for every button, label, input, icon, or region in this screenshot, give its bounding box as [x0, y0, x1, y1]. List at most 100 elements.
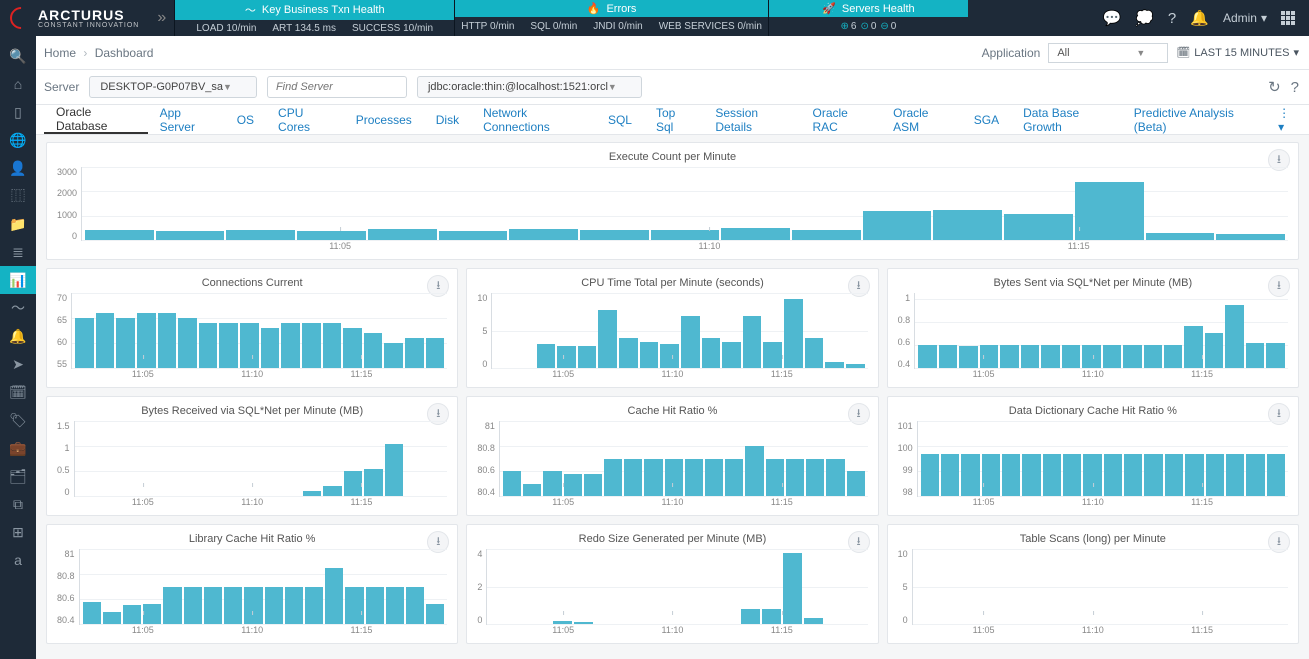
bar [685, 459, 703, 497]
bar [961, 454, 979, 497]
alpha-icon[interactable]: a [0, 546, 36, 574]
rocket-icon: 🚀 [822, 2, 836, 15]
user-icon[interactable]: 👤 [0, 154, 36, 182]
server-label: Server [44, 80, 79, 94]
tab-data-base-growth[interactable]: Data Base Growth [1011, 105, 1122, 134]
dashboard-content[interactable]: Execute Count per Minute⭳300020001000011… [36, 134, 1309, 659]
tab-processes[interactable]: Processes [344, 105, 424, 134]
find-server-input[interactable] [267, 76, 407, 98]
health-block-business[interactable]: 〜Key Business Txn Health LOAD 10/min ART… [174, 0, 454, 36]
tab-disk[interactable]: Disk [424, 105, 471, 134]
bar [344, 471, 362, 496]
server-select[interactable]: DESKTOP-G0P07BV_sa ▼ [89, 76, 257, 98]
bar [368, 229, 437, 240]
collapse-nav-button[interactable]: » [149, 0, 174, 36]
bar [804, 618, 823, 624]
bell-icon[interactable]: 🔔 [1190, 9, 1209, 27]
help-icon[interactable]: ? [1168, 10, 1176, 27]
tab-os[interactable]: OS [225, 105, 266, 134]
bar [660, 344, 679, 368]
apps-grid-icon[interactable] [1281, 11, 1295, 25]
tab-oracle-database[interactable]: Oracle Database [44, 105, 148, 134]
bar [941, 454, 959, 497]
chart-title: Connections Current [57, 277, 447, 289]
tab-predictive-analysis-beta-[interactable]: Predictive Analysis (Beta) [1122, 105, 1266, 134]
columns-icon[interactable]: ⿲ [0, 182, 36, 210]
bar [1164, 345, 1182, 368]
tag-icon[interactable]: 🏷 [0, 406, 36, 434]
bar [705, 459, 723, 497]
bar [543, 471, 561, 496]
health-block-servers[interactable]: 🚀Servers Health ⊕6 ⊙0 ⊖0 [768, 0, 968, 36]
bar [722, 342, 741, 368]
bar [385, 444, 403, 497]
bar [1146, 233, 1215, 240]
help-circle-icon[interactable]: ? [1291, 79, 1299, 96]
admin-menu[interactable]: Admin▾ [1223, 11, 1267, 25]
bar [921, 454, 939, 497]
chart-panel-redo: Redo Size Generated per Minute (MB)⭳4201… [466, 524, 878, 644]
chat-filled-icon[interactable]: 💬 [1103, 9, 1122, 27]
search-icon[interactable]: 🔍 [0, 42, 36, 70]
bar [75, 318, 94, 368]
breadcrumb-bar: Home › Dashboard Application All ▼ 🗓 LAS… [0, 36, 1309, 70]
jdbc-select[interactable]: jdbc:oracle:thin:@localhost:1521:orcl ▼ [417, 76, 642, 98]
layers-icon[interactable]: ≣ [0, 238, 36, 266]
tab-sql[interactable]: SQL [596, 105, 644, 134]
calendar-icon[interactable]: 🗓 [0, 378, 36, 406]
tab-more-menu[interactable]: ⋮ ▾ [1266, 106, 1309, 134]
tab-session-details[interactable]: Session Details [703, 105, 800, 134]
bar [143, 604, 161, 624]
refresh-icon[interactable]: ↻ [1268, 78, 1281, 96]
tab-bar: Oracle DatabaseApp ServerOSCPU CoresProc… [0, 105, 1309, 135]
trend-icon[interactable]: 〜 [0, 294, 36, 322]
home-icon[interactable]: ⌂ [0, 70, 36, 98]
brand-logo: ARCTURUS CONSTANT INNOVATION [0, 0, 149, 36]
fire-icon: 🔥 [587, 2, 601, 15]
bar [123, 605, 141, 624]
window-icon[interactable]: ⧉ [0, 490, 36, 518]
bell-icon[interactable]: 🔔 [0, 322, 36, 350]
bar [323, 323, 342, 368]
breadcrumb: Home › Dashboard [44, 46, 153, 60]
bar [281, 323, 300, 368]
folder2-icon[interactable]: 🗂 [0, 462, 36, 490]
bar [323, 486, 341, 496]
tab-cpu-cores[interactable]: CPU Cores [266, 105, 344, 134]
top-bar: ARCTURUS CONSTANT INNOVATION » 〜Key Busi… [0, 0, 1309, 36]
bar [1021, 345, 1039, 368]
send-icon[interactable]: ➤ [0, 350, 36, 378]
tab-sga[interactable]: SGA [962, 105, 1011, 134]
chart-title: Bytes Received via SQL*Net per Minute (M… [57, 405, 447, 417]
tab-top-sql[interactable]: Top Sql [644, 105, 703, 134]
health-block-errors[interactable]: 🔥Errors HTTP 0/min SQL 0/min JNDI 0/min … [454, 0, 768, 36]
folder-icon[interactable]: 📁 [0, 210, 36, 238]
chevron-down-icon: ▼ [1136, 48, 1145, 58]
device-icon[interactable]: ▯ [0, 98, 36, 126]
tab-oracle-asm[interactable]: Oracle ASM [881, 105, 962, 134]
tab-app-server[interactable]: App Server [148, 105, 225, 134]
time-range-picker[interactable]: 🗓 LAST 15 MINUTES ▾ [1176, 46, 1299, 59]
bar [825, 362, 844, 368]
clock-icon: ⊙ [860, 21, 868, 32]
chart-title: Cache Hit Ratio % [477, 405, 867, 417]
bar [1043, 454, 1061, 497]
grid-icon[interactable]: ⊞ [0, 518, 36, 546]
globe-icon[interactable]: 🌐 [0, 126, 36, 154]
tab-oracle-rac[interactable]: Oracle RAC [801, 105, 882, 134]
bar [792, 230, 861, 240]
up-arrow-icon: ⊕ [840, 21, 848, 32]
bar [1206, 454, 1224, 497]
left-sidebar: 🔍⌂▯🌐👤⿲📁≣📊〜🔔➤🗓🏷💼🗂⧉⊞a [0, 36, 36, 659]
tab-network-connections[interactable]: Network Connections [471, 105, 596, 134]
briefcase-icon[interactable]: 💼 [0, 434, 36, 462]
bar [163, 587, 181, 625]
chat-outline-icon[interactable]: 💭 [1135, 9, 1154, 27]
bar [1165, 454, 1183, 497]
bar [1103, 345, 1121, 368]
chart-panel-bytes_recv: Bytes Received via SQL*Net per Minute (M… [46, 396, 458, 516]
bar [116, 318, 135, 368]
chart-icon[interactable]: 📊 [0, 266, 36, 294]
bar [1266, 343, 1284, 368]
application-select[interactable]: All ▼ [1048, 43, 1168, 63]
